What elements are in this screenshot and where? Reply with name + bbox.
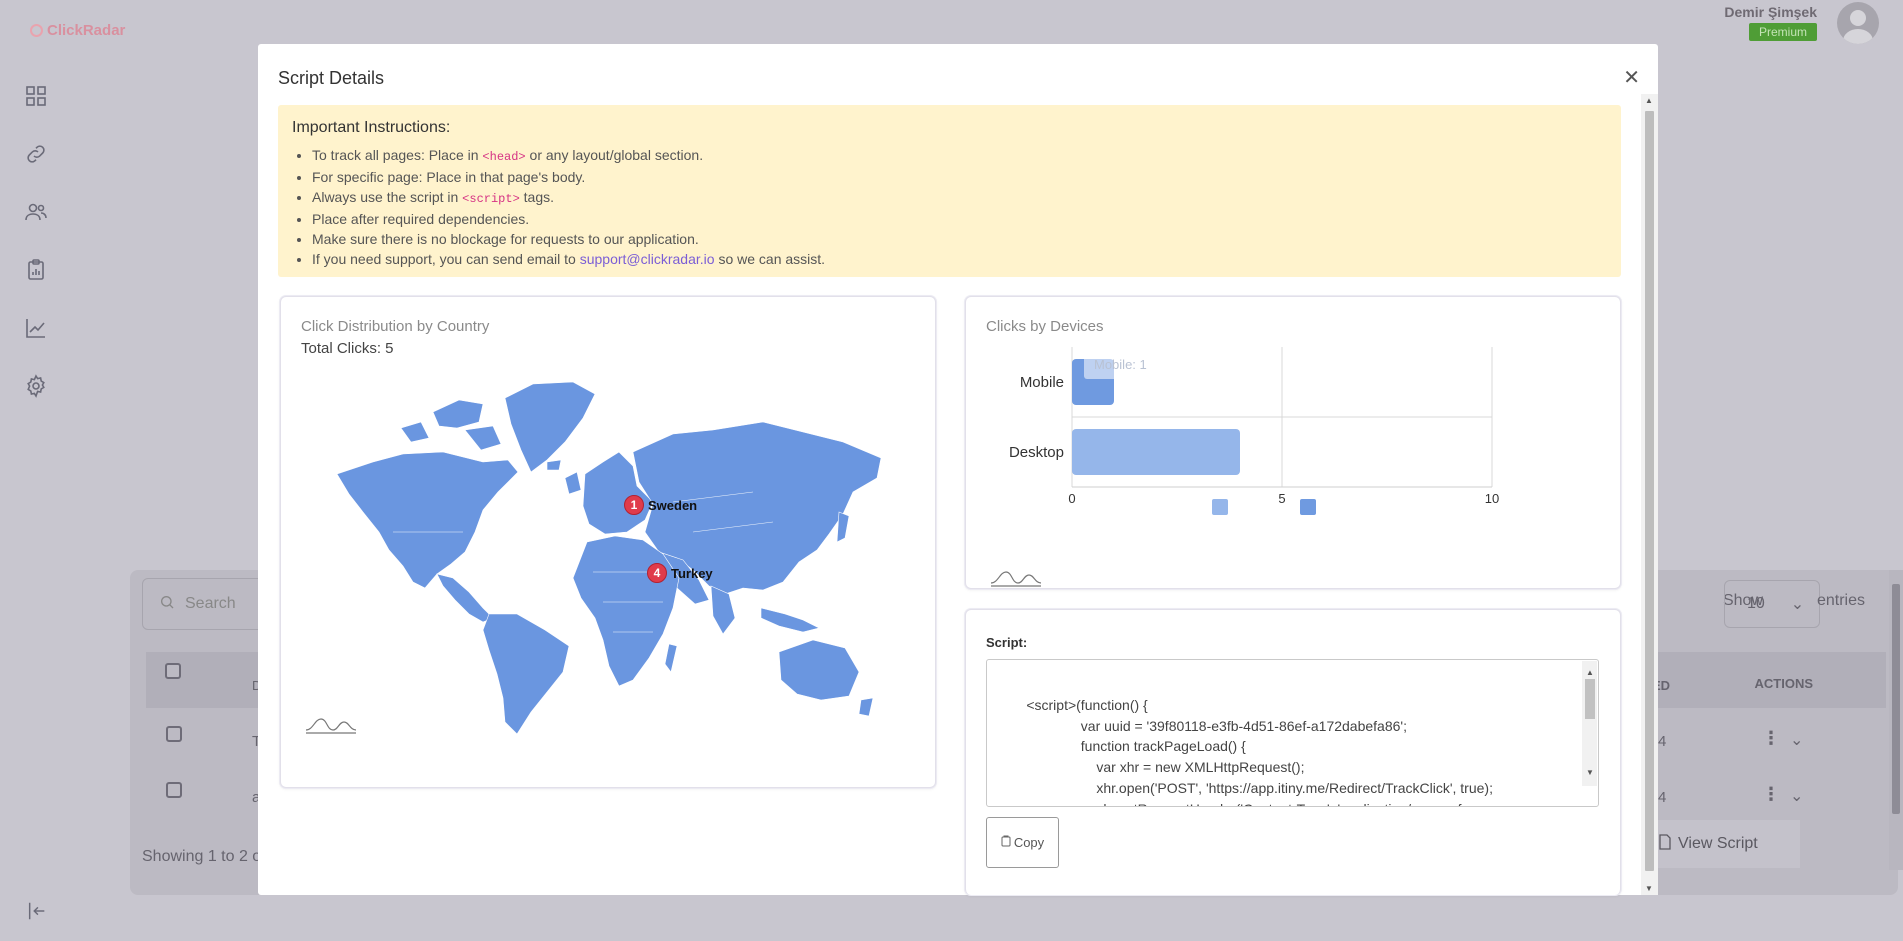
devices-chart-card: Clicks by Devices 0 5 10 Mobile Desktop Mobil… — [965, 296, 1621, 589]
script-textarea[interactable]: <script>(function() { var uuid = '39f801… — [986, 659, 1599, 807]
modal-scrollbar[interactable]: ▲ ▼ — [1641, 94, 1658, 895]
search-icon — [159, 594, 175, 615]
close-icon[interactable]: ✕ — [1623, 68, 1640, 88]
list-item: To track all pages: Place in <head> or a… — [312, 145, 1607, 167]
column-header-actions: ACTIONS — [1754, 676, 1814, 691]
row-expand-icon[interactable]: ⌄ — [1790, 786, 1803, 806]
y-category-label: Mobile — [1020, 374, 1064, 391]
total-clicks-label: Total Clicks: 5 — [301, 340, 394, 357]
dashboard-icon[interactable] — [24, 84, 50, 110]
map-pin-sweden[interactable]: 1 Sweden — [624, 495, 697, 515]
world-map[interactable] — [333, 382, 883, 737]
scrollbar-thumb[interactable] — [1645, 111, 1654, 871]
row-menu-icon[interactable]: ⋮ — [1762, 728, 1780, 749]
row-expand-icon[interactable]: ⌄ — [1790, 730, 1803, 750]
x-tick-label: 10 — [1485, 491, 1499, 506]
x-tick-label: 0 — [1068, 491, 1075, 506]
clipboard-icon — [1001, 835, 1012, 850]
logout-icon[interactable] — [26, 900, 48, 927]
instructions-heading: Important Instructions: — [292, 119, 451, 136]
row-menu-icon[interactable]: ⋮ — [1762, 784, 1780, 805]
instructions-list: To track all pages: Place in <head> or a… — [292, 145, 1607, 269]
x-tick-label: 5 — [1278, 491, 1285, 506]
scroll-up-icon[interactable]: ▲ — [1645, 96, 1653, 105]
devices-bar-chart[interactable]: 0 5 10 Mobile Desktop Mobile: 1 — [966, 337, 1622, 547]
list-item: If you need support, you can send email … — [312, 249, 1607, 269]
row-checkbox[interactable] — [166, 782, 182, 798]
script-label: Script: — [986, 635, 1028, 650]
modal-header: Script Details ✕ — [258, 44, 1658, 94]
page-scrollbar[interactable] — [1889, 570, 1903, 870]
users-icon[interactable] — [24, 200, 50, 226]
logo-icon — [30, 24, 43, 37]
tooltip-text: Mobile: 1 — [1094, 357, 1147, 372]
y-category-label: Desktop — [1009, 444, 1064, 461]
document-icon — [1658, 833, 1672, 855]
user-name: Demir Şimşek — [1724, 4, 1817, 20]
avatar[interactable] — [1837, 2, 1879, 44]
script-scrollbar[interactable]: ▲ ▼ — [1582, 661, 1597, 786]
list-item: Always use the script in <script> tags. — [312, 187, 1607, 209]
pagination-info: Showing 1 to 2 of — [142, 848, 266, 865]
copy-button[interactable]: Copy — [986, 817, 1059, 868]
page-size-select[interactable]: 10 ⌄ — [1724, 580, 1820, 628]
instructions-alert: Important Instructions: To track all pag… — [278, 105, 1621, 277]
list-item: Place after required dependencies. — [312, 209, 1607, 229]
row-2-value: 4 — [1658, 789, 1667, 806]
chart-library-logo-icon[interactable] — [305, 716, 357, 739]
list-item: Make sure there is no blockage for reque… — [312, 229, 1607, 249]
plan-badge: Premium — [1748, 23, 1817, 41]
app-logo[interactable]: ClickRadar — [30, 22, 125, 39]
bar-desktop — [1072, 429, 1240, 475]
country-card-title: Click Distribution by Country — [301, 318, 490, 335]
script-details-modal: Script Details ✕ ▲ ▼ Important Instructi… — [258, 44, 1658, 895]
scroll-down-icon[interactable]: ▼ — [1645, 884, 1653, 893]
view-script-menu-item[interactable]: View Script — [1650, 820, 1800, 868]
legend-swatch — [1212, 499, 1228, 515]
user-info: Demir Şimşek Premium — [1724, 4, 1817, 41]
settings-icon[interactable] — [24, 374, 50, 400]
modal-title: Script Details — [278, 68, 385, 88]
row-1-value: 4 — [1658, 733, 1667, 750]
script-card: Script: <script>(function() { var uuid =… — [965, 609, 1621, 895]
legend-swatch — [1300, 499, 1316, 515]
entries-label: entries — [1816, 592, 1865, 609]
analytics-icon[interactable] — [24, 316, 50, 342]
chevron-down-icon: ⌄ — [1790, 596, 1805, 613]
select-all-checkbox[interactable] — [165, 663, 181, 679]
row-checkbox[interactable] — [166, 726, 182, 742]
report-icon[interactable] — [24, 258, 50, 284]
chart-library-logo-icon[interactable] — [990, 569, 1042, 592]
link-icon[interactable] — [24, 142, 50, 168]
support-email-link[interactable]: support@clickradar.io — [580, 251, 715, 267]
country-distribution-card: Click Distribution by Country Total Clic… — [280, 296, 936, 788]
map-pin-turkey[interactable]: 4 Turkey — [647, 563, 713, 583]
list-item: For specific page: Place in that page's … — [312, 167, 1607, 187]
devices-card-title: Clicks by Devices — [986, 318, 1104, 335]
